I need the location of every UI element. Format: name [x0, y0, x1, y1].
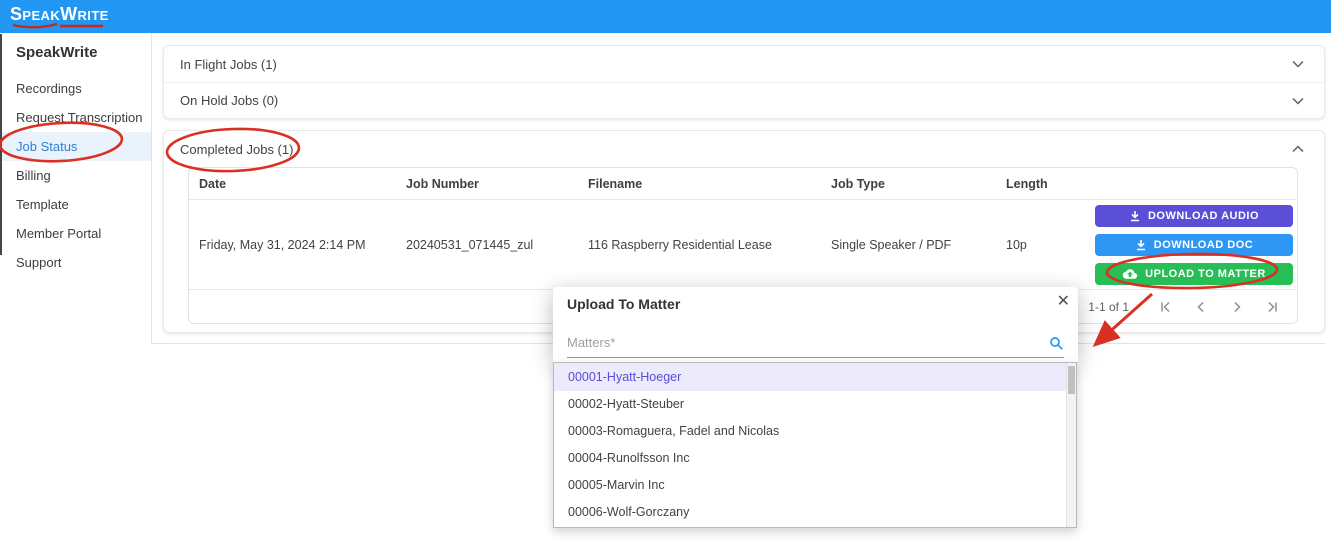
accordion-on-hold-jobs[interactable]: On Hold Jobs (0) — [164, 82, 1324, 118]
logo-text-speak: Speak — [10, 4, 61, 24]
matter-option[interactable]: 00002-Hyatt-Steuber — [554, 391, 1076, 418]
sidebar-item-billing[interactable]: Billing — [0, 161, 151, 190]
upload-to-matter-button[interactable]: UPLOAD TO MATTER — [1095, 262, 1293, 285]
button-label: DOWNLOAD AUDIO — [1147, 209, 1260, 222]
window-edge-artifact — [0, 34, 2, 255]
close-icon[interactable]: ✕ — [1057, 292, 1070, 312]
speakwrite-logo[interactable]: SpeakWrite — [10, 2, 109, 29]
download-icon — [1136, 239, 1145, 250]
matters-search-field — [567, 334, 1064, 358]
matter-option[interactable]: 00005-Marvin Inc — [554, 472, 1076, 499]
cell-job-type: Single Speaker / PDF — [831, 237, 952, 252]
sidebar: SpeakWrite Recordings Request Transcript… — [0, 33, 152, 344]
cell-job-number: 20240531_071445_zul — [406, 237, 534, 252]
matter-option[interactable]: 00003-Romaguera, Fadel and Nicolas — [554, 418, 1076, 445]
paginator-range-label: 1-1 of 1 — [1088, 299, 1129, 314]
download-audio-button[interactable]: DOWNLOAD AUDIO — [1095, 204, 1293, 227]
chevron-right-icon — [1234, 301, 1241, 312]
cloud-upload-icon — [1122, 268, 1138, 279]
chevron-down-icon — [1292, 97, 1304, 105]
upload-to-matter-dialog: Upload To Matter ✕ — [553, 287, 1078, 362]
sidebar-item-support[interactable]: Support — [0, 248, 151, 277]
column-header-date: Date — [199, 176, 227, 191]
sidebar-item-job-status[interactable]: Job Status — [0, 132, 151, 161]
previous-page-button[interactable] — [1183, 293, 1219, 321]
next-page-button[interactable] — [1219, 293, 1255, 321]
column-header-job-type: Job Type — [831, 176, 885, 191]
matter-option[interactable]: 00001-Hyatt-Hoeger — [554, 363, 1076, 391]
accordion-in-flight-jobs[interactable]: In Flight Jobs (1) — [164, 46, 1324, 82]
table-header-row: Date Job Number Filename Job Type Length — [189, 168, 1297, 200]
first-page-icon — [1161, 301, 1170, 312]
cell-length: 10p — [1006, 237, 1027, 252]
accordion-completed-jobs[interactable]: Completed Jobs (1) — [164, 131, 1324, 167]
column-header-length: Length — [1006, 176, 1048, 191]
sidebar-item-template[interactable]: Template — [0, 190, 151, 219]
download-doc-button[interactable]: DOWNLOAD DOC — [1095, 233, 1293, 256]
button-label: UPLOAD TO MATTER — [1145, 267, 1266, 280]
last-page-button[interactable] — [1255, 293, 1291, 321]
cell-filename: 116 Raspberry Residential Lease — [588, 237, 772, 252]
cell-date: Friday, May 31, 2024 2:14 PM — [199, 237, 366, 252]
dialog-title: Upload To Matter — [567, 296, 681, 312]
dropdown-scrollbar[interactable] — [1066, 363, 1076, 527]
matter-option[interactable]: 00006-Wolf-Gorczany — [554, 499, 1076, 526]
search-icon[interactable] — [1049, 336, 1064, 354]
chevron-left-icon — [1197, 301, 1204, 312]
matter-option[interactable]: 00004-Runolfsson Inc — [554, 445, 1076, 472]
accordion-label: In Flight Jobs (1) — [180, 56, 277, 72]
sidebar-nav: Recordings Request Transcription Job Sta… — [0, 74, 151, 277]
speakwrite-job-status-page: { "topbar": { "brand_first": "Speak", "b… — [0, 0, 1331, 559]
accordion-label: On Hold Jobs (0) — [180, 93, 279, 108]
sidebar-item-request-transcription[interactable]: Request Transcription — [0, 103, 151, 132]
row-actions: DOWNLOAD AUDIO DOWNLOAD DOC UPLOAD TO MA… — [1086, 204, 1297, 285]
chevron-up-icon — [1292, 145, 1304, 153]
sidebar-item-recordings[interactable]: Recordings — [0, 74, 151, 103]
accordion-label: Completed Jobs (1) — [180, 141, 294, 157]
logo-text-write: Write — [60, 4, 109, 24]
button-label: DOWNLOAD DOC — [1153, 238, 1254, 251]
matters-options-list: 00001-Hyatt-Hoeger 00002-Hyatt-Steuber 0… — [553, 362, 1077, 528]
column-header-job-number: Job Number — [406, 176, 479, 191]
first-page-button[interactable] — [1147, 293, 1183, 321]
sidebar-item-member-portal[interactable]: Member Portal — [0, 219, 151, 248]
matters-search-input[interactable] — [567, 335, 1027, 350]
top-app-bar: SpeakWrite — [0, 0, 1331, 33]
sidebar-title: SpeakWrite — [16, 44, 98, 61]
download-icon — [1130, 210, 1139, 221]
table-row: Friday, May 31, 2024 2:14 PM 20240531_07… — [189, 200, 1297, 290]
jobs-accordion-group: In Flight Jobs (1) On Hold Jobs (0) — [163, 45, 1325, 119]
last-page-icon — [1268, 301, 1277, 312]
scrollbar-thumb[interactable] — [1068, 366, 1075, 394]
chevron-down-icon — [1292, 60, 1304, 68]
column-header-filename: Filename — [588, 176, 643, 191]
logo-underline-swoosh — [12, 22, 103, 29]
